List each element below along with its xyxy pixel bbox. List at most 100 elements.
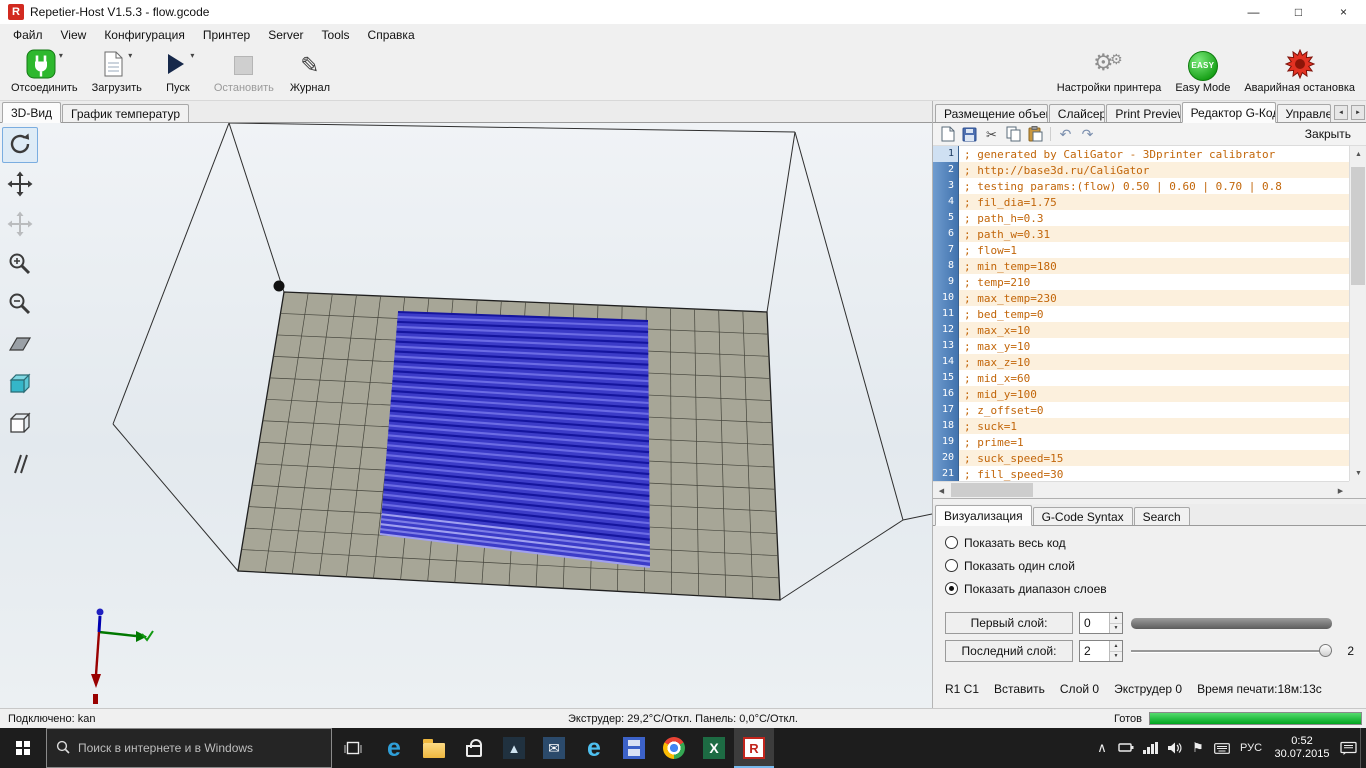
last-layer-button[interactable]: Последний слой: xyxy=(945,640,1073,662)
easy-mode-button[interactable]: EASY Easy Mode xyxy=(1168,46,1237,100)
save-icon[interactable] xyxy=(960,125,979,144)
horizontal-scroll-thumb[interactable] xyxy=(951,483,1033,497)
tab-3d-view[interactable]: 3D-Вид xyxy=(2,102,61,123)
menu-file[interactable]: Файл xyxy=(4,25,52,45)
parallel-projection-button[interactable] xyxy=(2,447,38,483)
tab-visualization[interactable]: Визуализация xyxy=(935,505,1032,526)
tab-print-preview[interactable]: Print Preview xyxy=(1106,104,1180,122)
code-line[interactable]: 16; mid_y=100 xyxy=(933,386,1349,402)
code-line[interactable]: 20; suck_speed=15 xyxy=(933,450,1349,466)
load-button[interactable]: ▾ Загрузить xyxy=(85,46,149,100)
code-line[interactable]: 15; mid_x=60 xyxy=(933,370,1349,386)
tab-gcode-syntax[interactable]: G-Code Syntax xyxy=(1033,507,1133,525)
code-line[interactable]: 2; http://base3d.ru/CaliGator xyxy=(933,162,1349,178)
iso-view-button[interactable] xyxy=(2,327,38,363)
radio-selected-icon[interactable] xyxy=(945,582,958,595)
scroll-right-icon[interactable]: ▶ xyxy=(1332,482,1349,499)
clock[interactable]: 0:52 30.07.2015 xyxy=(1268,735,1336,761)
redo-icon[interactable]: ↷ xyxy=(1078,125,1097,144)
spin-up-icon[interactable]: ▲ xyxy=(1110,613,1122,624)
taskbar-app-chrome[interactable] xyxy=(654,728,694,768)
undo-icon[interactable]: ↶ xyxy=(1056,125,1075,144)
chevron-down-icon[interactable]: ▾ xyxy=(59,51,63,60)
copy-icon[interactable] xyxy=(1004,125,1023,144)
vertical-scrollbar[interactable]: ▲ ▼ xyxy=(1349,146,1366,482)
language-indicator[interactable]: РУС xyxy=(1234,728,1268,768)
taskbar-app-mail[interactable]: ✉ xyxy=(534,728,574,768)
tab-gcode-editor[interactable]: Редактор G-Кода xyxy=(1182,102,1276,123)
code-line[interactable]: 1; generated by CaliGator - 3Dprinter ca… xyxy=(933,146,1349,162)
maximize-button[interactable]: □ xyxy=(1276,0,1321,24)
spin-up-icon[interactable]: ▲ xyxy=(1110,641,1122,652)
printer-settings-button[interactable]: ⚙⚙ Настройки принтера xyxy=(1050,46,1169,100)
keyboard-icon[interactable] xyxy=(1210,728,1234,768)
action-center-icon[interactable] xyxy=(1336,728,1360,768)
radio-show-layer-range[interactable]: Показать диапазон слоев xyxy=(945,581,1354,596)
tab-manual-control[interactable]: Управлен xyxy=(1277,104,1331,122)
first-layer-spinner[interactable]: 0 ▲▼ xyxy=(1079,612,1123,634)
code-line[interactable]: 13; max_y=10 xyxy=(933,338,1349,354)
radio-icon[interactable] xyxy=(945,536,958,549)
taskbar-app-drive[interactable] xyxy=(614,728,654,768)
radio-show-single-layer[interactable]: Показать один слой xyxy=(945,558,1354,573)
3d-viewport[interactable] xyxy=(0,123,932,708)
code-line[interactable]: 4; fil_dia=1.75 xyxy=(933,194,1349,210)
taskbar-app-photos[interactable]: ▲ xyxy=(494,728,534,768)
front-view-button[interactable] xyxy=(2,367,38,403)
last-layer-spinner[interactable]: 2 ▲▼ xyxy=(1079,640,1123,662)
taskbar-app-store[interactable] xyxy=(454,728,494,768)
rotate-view-button[interactable] xyxy=(2,127,38,163)
disconnect-button[interactable]: ▾ Отсоединить xyxy=(4,46,85,100)
menu-config[interactable]: Конфигурация xyxy=(95,25,194,45)
task-view-button[interactable] xyxy=(332,728,374,768)
tab-scroll-right-icon[interactable]: ► xyxy=(1351,105,1365,120)
menu-printer[interactable]: Принтер xyxy=(194,25,259,45)
menu-server[interactable]: Server xyxy=(259,25,312,45)
code-line[interactable]: 5; path_h=0.3 xyxy=(933,210,1349,226)
code-line[interactable]: 8; min_temp=180 xyxy=(933,258,1349,274)
radio-show-all-code[interactable]: Показать весь код xyxy=(945,535,1354,550)
slider-track[interactable] xyxy=(1131,650,1332,653)
show-desktop-button[interactable] xyxy=(1360,728,1366,768)
menu-view[interactable]: View xyxy=(52,25,96,45)
code-line[interactable]: 3; testing params:(flow) 0.50 | 0.60 | 0… xyxy=(933,178,1349,194)
code-line[interactable]: 14; max_z=10 xyxy=(933,354,1349,370)
tab-search[interactable]: Search xyxy=(1134,507,1190,525)
log-button[interactable]: ✎ Журнал xyxy=(281,46,339,100)
taskbar-app-repetier[interactable]: R xyxy=(734,728,774,768)
menu-help[interactable]: Справка xyxy=(359,25,424,45)
tab-temp-graph[interactable]: График температур xyxy=(62,104,189,122)
close-editor-button[interactable]: Закрыть xyxy=(1295,125,1361,143)
scroll-left-icon[interactable]: ◀ xyxy=(933,482,950,499)
menu-tools[interactable]: Tools xyxy=(313,25,359,45)
scroll-down-icon[interactable]: ▼ xyxy=(1350,465,1366,482)
chevron-down-icon[interactable]: ▾ xyxy=(128,51,132,60)
radio-icon[interactable] xyxy=(945,559,958,572)
start-button[interactable]: ▾ Пуск xyxy=(149,46,207,100)
tab-object-placement[interactable]: Размещение объекта xyxy=(935,104,1048,122)
slider-thumb[interactable] xyxy=(1319,644,1332,657)
emergency-stop-button[interactable]: Аварийная остановка xyxy=(1237,46,1362,100)
flag-icon[interactable]: ⚑ xyxy=(1186,728,1210,768)
scroll-up-icon[interactable]: ▲ xyxy=(1350,146,1366,163)
last-layer-slider[interactable] xyxy=(1131,643,1332,659)
volume-icon[interactable] xyxy=(1162,728,1186,768)
code-line[interactable]: 17; z_offset=0 xyxy=(933,402,1349,418)
code-line[interactable]: 19; prime=1 xyxy=(933,434,1349,450)
new-file-icon[interactable] xyxy=(938,125,957,144)
code-line[interactable]: 21; fill_speed=30 xyxy=(933,466,1349,482)
code-line[interactable]: 11; bed_temp=0 xyxy=(933,306,1349,322)
minimize-button[interactable]: — xyxy=(1231,0,1276,24)
code-line[interactable]: 9; temp=210 xyxy=(933,274,1349,290)
move-view-button[interactable] xyxy=(2,167,38,203)
vertical-scroll-thumb[interactable] xyxy=(1351,167,1365,285)
first-layer-button[interactable]: Первый слой: xyxy=(945,612,1073,634)
taskbar-app-excel[interactable]: X xyxy=(694,728,734,768)
code-line[interactable]: 18; suck=1 xyxy=(933,418,1349,434)
hidden-icons-chevron-icon[interactable]: ∧ xyxy=(1090,728,1114,768)
code-line[interactable]: 6; path_w=0.31 xyxy=(933,226,1349,242)
cut-icon[interactable]: ✂ xyxy=(982,125,1001,144)
network-icon[interactable] xyxy=(1138,728,1162,768)
spin-down-icon[interactable]: ▼ xyxy=(1110,624,1122,634)
chevron-down-icon[interactable]: ▾ xyxy=(190,51,194,60)
